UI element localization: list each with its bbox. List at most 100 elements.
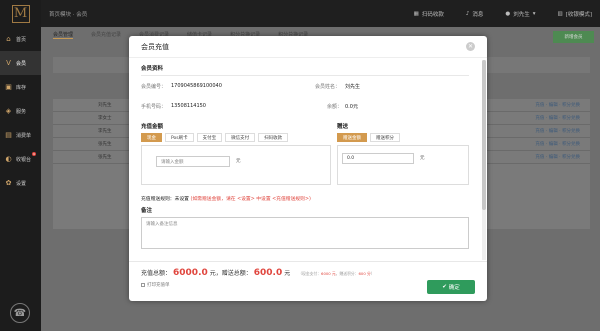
sidebar-item-receipt[interactable]: ▤ 消费单	[0, 123, 41, 147]
row-name: 张先生	[98, 142, 112, 147]
sidebar-item-stock[interactable]: ▣ 库存	[0, 75, 41, 99]
member-name-value: 刘先生	[345, 84, 361, 90]
row-actions[interactable]: 充值 · 编辑 · 积分兑换	[535, 154, 580, 160]
close-button[interactable]: ✕	[466, 42, 475, 51]
tab-alipay[interactable]: 支付宝	[196, 133, 223, 142]
tab-scan-pay[interactable]: 扫码收款	[258, 133, 289, 142]
note-prefix: （现金支付：	[298, 271, 322, 276]
sidebar-item-label: 收银台	[16, 156, 32, 163]
sidebar: M ⌂ 首页 V 会员 ▣ 库存 ◈ 服务 ▤ 消费单 ◐ 收银台 9 ✿ 设置 ☎	[0, 0, 41, 331]
balance-value: 0.0元	[345, 104, 358, 110]
recharge-area: 充值金额 现金 Pos刷卡 支付宝 微信支付 扫码收款 请输入金额 元 赠送 赠…	[141, 119, 469, 191]
confirm-label: 确定	[448, 285, 460, 291]
add-member-button[interactable]: 新增会员	[553, 31, 594, 43]
cashier-mode-button[interactable]: ▥ [收银模式]	[558, 10, 593, 18]
scrollbar-thumb[interactable]	[482, 60, 486, 210]
sidebar-item-service[interactable]: ◈ 服务	[0, 99, 41, 123]
page-title: 首页模块 · 会员	[49, 11, 88, 18]
cashier-mode-label: [收银模式]	[565, 11, 592, 18]
gift-total-label: 元，赠送总额：	[209, 270, 252, 277]
gift-rule-label: 充值赠送规则：未设置	[141, 197, 189, 202]
user-menu[interactable]: ● 刘先生 ▾	[505, 10, 535, 18]
modal-header: 会员充值 ✕	[129, 36, 487, 58]
gift-amount-input[interactable]: 0.0	[342, 153, 414, 164]
remark-textarea[interactable]: 请输入备注信息	[141, 217, 469, 249]
gift-tabs: 赠送金额 赠送积分	[337, 133, 469, 142]
messages-button[interactable]: ♪ 消息	[466, 10, 484, 18]
phone-value: 13508114150	[171, 103, 206, 109]
close-icon: ✕	[467, 43, 474, 50]
print-label: 打印充值单	[147, 283, 170, 288]
amount-box: 请输入金额 元	[141, 145, 331, 185]
gift-total-unit: 元	[284, 270, 291, 277]
v-icon: V	[6, 59, 11, 67]
sidebar-item-cashier[interactable]: ◐ 收银台 9	[0, 147, 41, 171]
logo: M	[0, 0, 41, 27]
messages-label: 消息	[472, 11, 484, 18]
gift-block: 赠送 赠送金额 赠送积分 0.0 元	[337, 122, 469, 185]
gift-box: 0.0 元	[337, 145, 469, 185]
sidebar-item-label: 设置	[16, 180, 27, 187]
register-icon: ▥	[557, 10, 563, 17]
bell-icon: ♪	[465, 10, 470, 17]
row-name: 张先生	[98, 155, 112, 160]
service-icon: ◈	[5, 107, 12, 115]
note-suffix: ）	[370, 271, 375, 276]
check-icon: ✔	[442, 284, 447, 290]
tab-cash[interactable]: 现金	[141, 133, 162, 142]
tab-member-manage[interactable]: 会员管理	[53, 31, 74, 39]
recharge-modal: 会员充值 ✕ 会员资料 会员编号： 1709045869100040 会员姓名：…	[129, 36, 487, 301]
user-name: 刘先生	[513, 11, 530, 18]
user-icon: ●	[505, 10, 511, 17]
cashier-icon: ◐	[5, 155, 12, 163]
tab-gift-amount[interactable]: 赠送金额	[337, 133, 367, 142]
print-receipt-option[interactable]: 打印充值单	[141, 282, 475, 288]
chevron-down-icon: ▾	[532, 10, 536, 17]
payment-note: （现金支付：6000 元，赠送积分：600 分）	[298, 271, 374, 277]
modal-scrollbar[interactable]	[482, 60, 486, 260]
row-actions[interactable]: 充值 · 编辑 · 积分兑换	[535, 141, 580, 147]
member-no-value: 1709045869100040	[171, 83, 222, 89]
note-mid: ，赠送积分：	[335, 271, 359, 276]
remark-label: 备注	[141, 208, 153, 214]
amount-input[interactable]: 请输入金额	[156, 156, 230, 167]
sidebar-item-label: 会员	[16, 60, 27, 67]
scan-pay-button[interactable]: ▦ 扫码收款	[414, 10, 444, 18]
amount-unit: 元	[236, 159, 241, 164]
modal-title: 会员充值	[141, 42, 169, 51]
modal-footer: 充值总额： 6000.0 元，赠送总额： 600.0 元 （现金支付：6000 …	[129, 261, 487, 301]
gift-total-value: 600.0	[253, 268, 283, 278]
print-checkbox[interactable]	[141, 283, 145, 287]
sidebar-item-label: 服务	[16, 108, 27, 115]
recharge-amount-block: 充值金额 现金 Pos刷卡 支付宝 微信支付 扫码收款 请输入金额 元	[141, 122, 331, 185]
balance-label: 余额：	[327, 104, 343, 110]
row-actions[interactable]: 充值 · 编辑 · 积分兑换	[535, 102, 580, 108]
sidebar-item-home[interactable]: ⌂ 首页	[0, 27, 41, 51]
phone-icon[interactable]: ☎	[10, 303, 30, 323]
total-value: 6000.0	[173, 268, 208, 278]
tab-recharge-records[interactable]: 会员充值记录	[91, 31, 121, 39]
tab-wechat-pay[interactable]: 微信支付	[225, 133, 256, 142]
row-actions[interactable]: 充值 · 编辑 · 积分兑换	[535, 115, 580, 121]
member-info: 会员编号： 1709045869100040 会员姓名： 刘先生 手机号码： 1…	[141, 76, 469, 119]
box-icon: ▣	[5, 83, 12, 91]
receipt-icon: ▤	[5, 131, 12, 139]
total-summary: 充值总额： 6000.0 元，赠送总额： 600.0 元 （现金支付：6000 …	[141, 268, 475, 278]
confirm-button[interactable]: ✔ 确定	[427, 280, 475, 294]
gear-icon: ✿	[5, 179, 12, 187]
note-points: 600 分	[358, 271, 371, 276]
sidebar-item-label: 首页	[16, 36, 27, 43]
notification-badge: 9	[32, 152, 36, 156]
sidebar-item-settings[interactable]: ✿ 设置	[0, 171, 41, 195]
row-name: 刘先生	[98, 103, 112, 108]
gift-rule: 充值赠送规则：未设置 (如需赠送金额，请在 <设置> 中设置 <充值赠送规则>)	[141, 195, 469, 202]
sidebar-item-member[interactable]: V 会员	[0, 51, 41, 75]
row-actions[interactable]: 充值 · 编辑 · 积分兑换	[535, 128, 580, 134]
member-section-title: 会员资料	[141, 58, 469, 76]
phone-label: 手机号码：	[141, 104, 167, 110]
tab-gift-points[interactable]: 赠送积分	[370, 133, 400, 142]
tab-pos-card[interactable]: Pos刷卡	[165, 133, 194, 142]
gift-unit: 元	[420, 156, 425, 161]
recharge-amount-label: 充值金额	[141, 124, 164, 130]
total-label: 充值总额：	[141, 270, 172, 277]
